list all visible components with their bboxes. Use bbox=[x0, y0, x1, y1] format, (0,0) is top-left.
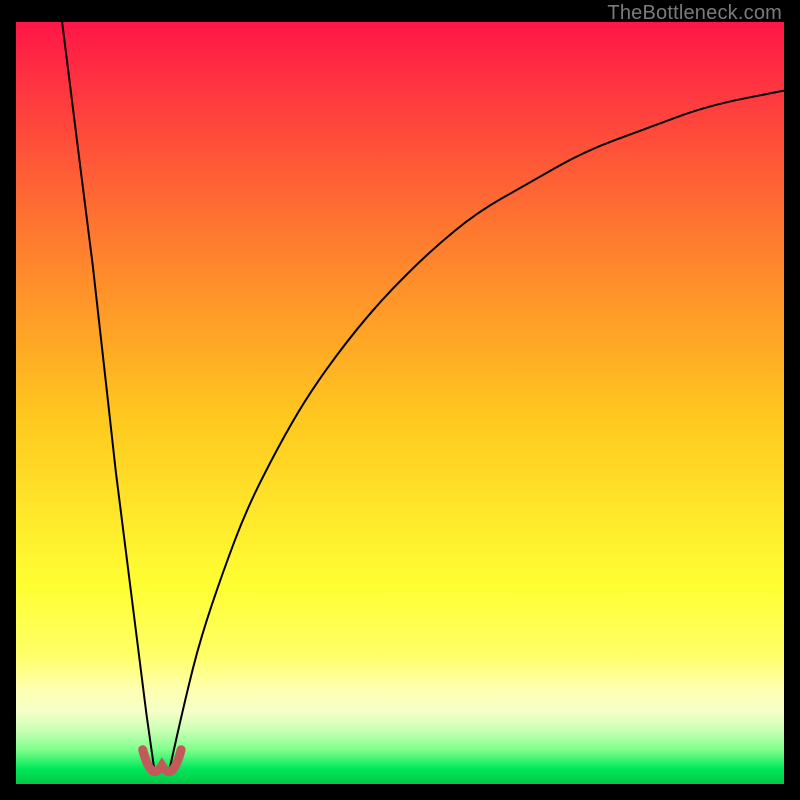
gradient-background bbox=[16, 22, 784, 784]
chart-plot-area bbox=[16, 22, 784, 784]
watermark-text: TheBottleneck.com bbox=[607, 2, 782, 25]
chart-svg bbox=[16, 22, 784, 784]
chart-frame: TheBottleneck.com bbox=[0, 0, 800, 800]
